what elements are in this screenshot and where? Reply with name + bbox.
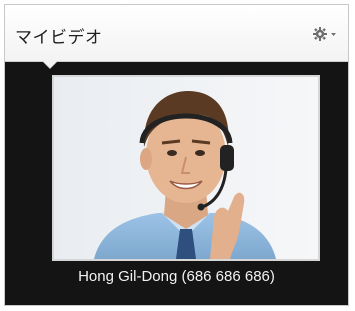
caller-video-image: [54, 77, 318, 259]
panel-header: マイビデオ: [5, 5, 348, 62]
caller-caption: Hong Gil-Dong (686 686 686): [78, 268, 275, 285]
header-pointer: [43, 61, 57, 68]
gear-icon: [313, 27, 327, 41]
chevron-down-icon: [331, 33, 336, 36]
video-preview[interactable]: [52, 75, 320, 261]
settings-menu-button[interactable]: [312, 26, 338, 42]
my-video-panel: マイビデオ Hong Gil-Dong (686 686 686): [4, 4, 349, 306]
panel-title: マイビデオ: [15, 28, 103, 47]
